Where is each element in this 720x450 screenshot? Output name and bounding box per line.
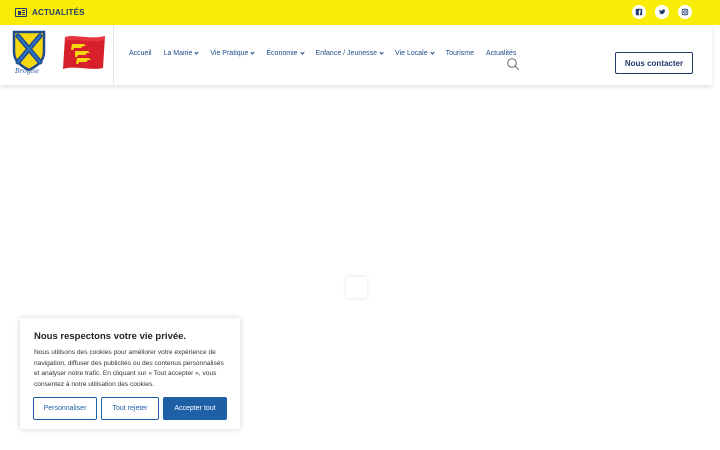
broglie-crest-logo (12, 30, 46, 72)
cookie-banner: Nous respectons votre vie privée. Nous u… (20, 318, 240, 429)
nav-item-vie-locale[interactable]: Vie Locale (395, 50, 435, 57)
customize-button[interactable]: Personnaliser (33, 397, 97, 420)
nav-item-accueil[interactable]: Accueil (129, 50, 152, 57)
normandy-flag-logo (63, 36, 105, 69)
chevron-down-icon (194, 50, 199, 55)
twitter-icon[interactable] (655, 5, 669, 19)
reject-all-button[interactable]: Tout rejeter (101, 397, 159, 420)
top-bar: ACTUALITÉS (0, 0, 720, 25)
nav-label: La Mairie (163, 50, 193, 57)
nav-label: Vie Locale (395, 50, 428, 57)
nav-label: Accueil (129, 50, 152, 57)
nav-item-actualites[interactable]: Actualités (486, 50, 516, 57)
nav-label: Économie (266, 50, 298, 57)
news-link[interactable]: ACTUALITÉS (15, 8, 85, 17)
nav-item-economie[interactable]: Économie (266, 50, 305, 57)
accept-all-button[interactable]: Accepter tout (163, 397, 227, 420)
nav-item-vie-pratique[interactable]: Vie Pratique (210, 50, 256, 57)
chevron-down-icon (299, 50, 305, 55)
site-header: Broglie Accueil La Mairie Vie Pratique É… (0, 25, 712, 85)
cookie-buttons: Personnaliser Tout rejeter Accepter tout (33, 397, 227, 420)
facebook-icon[interactable] (632, 5, 646, 19)
chevron-down-icon (379, 50, 384, 55)
nav-label: Vie Pratique (210, 50, 249, 57)
newspaper-icon (15, 8, 27, 17)
news-label: ACTUALITÉS (32, 8, 85, 17)
chevron-down-icon (250, 50, 256, 55)
cookie-title: Nous respectons votre vie privée. (34, 331, 187, 342)
nav-label: Actualités (486, 50, 517, 57)
main-nav: Accueil La Mairie Vie Pratique Économie … (129, 50, 528, 57)
search-button[interactable] (506, 57, 520, 71)
contact-button[interactable]: Nous contacter (615, 52, 693, 74)
cookie-text: Nous utilisons des cookies pour améliore… (34, 349, 224, 388)
social-links (632, 5, 692, 19)
chevron-down-icon (429, 50, 435, 55)
logo-area[interactable]: Broglie (0, 25, 114, 85)
nav-label: Enfance / Jeunesse (315, 50, 378, 57)
crest-caption: Broglie (15, 67, 39, 75)
nav-item-enfance-jeunesse[interactable]: Enfance / Jeunesse (316, 50, 384, 57)
nav-item-tourisme[interactable]: Tourisme (446, 50, 474, 57)
search-icon (507, 58, 519, 70)
nav-label: Tourisme (445, 50, 475, 57)
instagram-icon[interactable] (678, 5, 692, 19)
nav-item-la-mairie[interactable]: La Mairie (164, 50, 199, 57)
loading-spinner (346, 277, 367, 298)
